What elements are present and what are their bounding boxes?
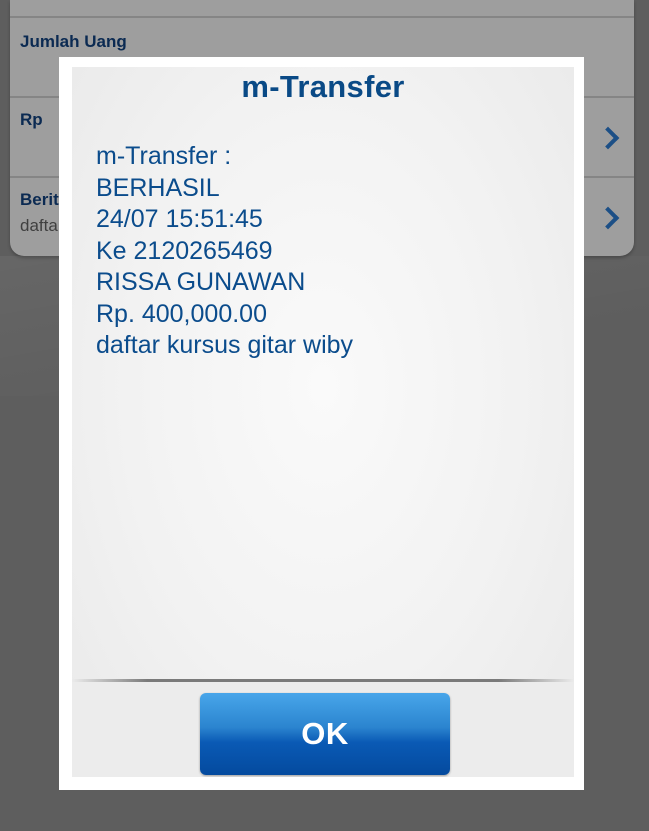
currency-label: Rp	[20, 110, 43, 129]
transfer-result-dialog: m-Transfer m-Transfer : BERHASIL 24/07 1…	[59, 57, 584, 790]
form-divider	[10, 16, 634, 18]
dialog-body: m-Transfer m-Transfer : BERHASIL 24/07 1…	[72, 67, 574, 777]
chevron-right-icon	[596, 126, 620, 150]
dialog-title: m-Transfer	[241, 69, 405, 104]
chevron-right-icon	[596, 206, 620, 230]
dialog-divider	[72, 679, 574, 682]
message-line: daftar kursus gitar wiby	[96, 331, 354, 359]
message-line: Ke 2120265469	[96, 236, 273, 265]
message-value: dafta	[20, 216, 58, 235]
ok-button-label: OK	[301, 716, 349, 751]
amount-label: Jumlah Uang	[20, 32, 127, 51]
message-label: Berit	[20, 190, 59, 209]
ok-button[interactable]: OK	[200, 693, 450, 775]
message-line: m-Transfer :	[96, 142, 232, 170]
message-line: RISSA GUNAWAN	[96, 268, 306, 296]
dialog-message: m-Transfer : BERHASIL 24/07 15:51:45 Ke …	[96, 141, 554, 362]
message-line: Rp. 400,000.00	[96, 299, 267, 328]
message-line: 24/07 15:51:45	[96, 205, 263, 233]
message-line: BERHASIL	[96, 173, 220, 202]
